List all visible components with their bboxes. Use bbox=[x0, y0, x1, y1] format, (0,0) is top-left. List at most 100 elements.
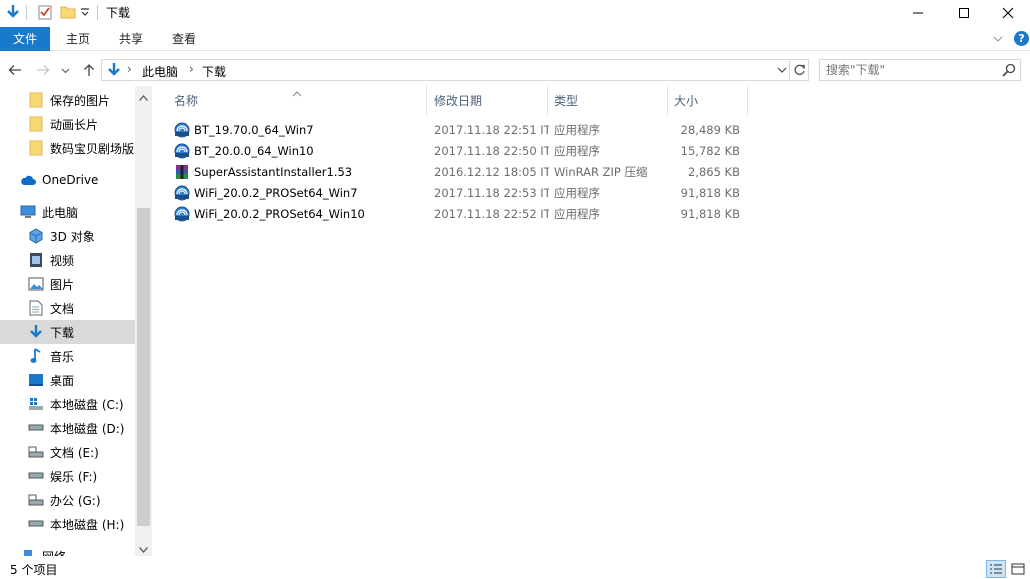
nav-item-label: 网络 bbox=[42, 548, 66, 557]
search-box bbox=[819, 59, 1021, 81]
nav-item-videos[interactable]: 视频 bbox=[0, 248, 135, 272]
nav-item-label: 3D 对象 bbox=[50, 229, 95, 244]
file-size: 2,865 KB bbox=[687, 165, 740, 179]
file-date: 2017.11.18 22:50 IT bbox=[434, 144, 549, 158]
address-row: › 此电脑 › 下载 bbox=[0, 56, 1030, 84]
properties-icon[interactable] bbox=[36, 3, 54, 21]
drive-icon bbox=[28, 420, 44, 436]
nav-item-network[interactable]: 网络 bbox=[0, 544, 135, 556]
picture-icon bbox=[28, 276, 44, 292]
details-view-button[interactable] bbox=[986, 560, 1006, 578]
nav-item-drive-c[interactable]: 本地磁盘 (C:) bbox=[0, 392, 135, 416]
recent-locations-chevron-icon[interactable] bbox=[58, 60, 72, 80]
large-icons-view-button[interactable] bbox=[1008, 560, 1028, 578]
table-row[interactable]: SuperAssistantInstaller1.53 2016.12.12 1… bbox=[170, 162, 748, 183]
download-icon bbox=[4, 3, 22, 21]
table-row[interactable]: WiFi_20.0.2_PROSet64_Win7 2017.11.18 22:… bbox=[170, 183, 748, 204]
tab-file[interactable]: 文件 bbox=[0, 27, 50, 51]
nav-item-documents[interactable]: 文档 bbox=[0, 296, 135, 320]
minimize-button[interactable] bbox=[895, 0, 941, 25]
nav-item-3d-objects[interactable]: 3D 对象 bbox=[0, 224, 135, 248]
table-row[interactable]: BT_20.0.0_64_Win10 2017.11.18 22:50 IT 应… bbox=[170, 141, 748, 162]
file-name: WiFi_20.0.2_PROSet64_Win7 bbox=[194, 186, 358, 200]
computer-icon bbox=[20, 204, 36, 220]
nav-item-drive-e[interactable]: 文档 (E:) bbox=[0, 440, 135, 464]
address-dropdown-icon[interactable] bbox=[776, 64, 788, 76]
window-title: 下载 bbox=[106, 6, 131, 20]
search-icon[interactable] bbox=[1002, 63, 1016, 77]
file-name: SuperAssistantInstaller1.53 bbox=[194, 165, 353, 179]
nav-item-digimon-movie[interactable]: 数码宝贝剧场版 bbox=[0, 136, 135, 160]
cloud-icon bbox=[20, 172, 36, 188]
forward-button[interactable] bbox=[33, 60, 53, 80]
column-header-type[interactable]: 类型 bbox=[548, 86, 668, 116]
file-date: 2017.11.18 22:53 IT bbox=[434, 186, 549, 200]
column-header-date[interactable]: 修改日期 bbox=[428, 86, 548, 116]
column-header-name[interactable]: 名称 bbox=[168, 86, 427, 116]
address-bar[interactable]: › 此电脑 › 下载 bbox=[101, 59, 809, 81]
help-icon[interactable]: ? bbox=[1014, 31, 1029, 46]
table-row[interactable]: BT_19.70.0_64_Win7 2017.11.18 22:51 IT 应… bbox=[170, 120, 748, 141]
up-button[interactable] bbox=[79, 60, 99, 80]
nav-item-label: 数码宝贝剧场版 bbox=[50, 141, 135, 156]
refresh-button[interactable] bbox=[789, 60, 809, 80]
ribbon: 文件 主页 共享 查看 ? bbox=[0, 27, 1030, 51]
new-folder-icon[interactable] bbox=[59, 3, 77, 21]
scrollbar-thumb[interactable] bbox=[137, 208, 150, 526]
nav-item-saved-pictures[interactable]: 保存的图片 bbox=[0, 88, 135, 112]
scroll-up-icon[interactable] bbox=[138, 91, 149, 101]
details-view-icon bbox=[990, 564, 1002, 574]
nav-item-label: 动画长片 bbox=[50, 117, 99, 132]
navigation-scrollbar[interactable] bbox=[135, 86, 152, 556]
nav-item-label: 音乐 bbox=[50, 349, 75, 364]
customize-toolbar-chevron-icon[interactable] bbox=[79, 3, 91, 21]
system-drive-icon bbox=[28, 396, 44, 412]
breadcrumb-separator: › bbox=[127, 62, 132, 76]
tab-share[interactable]: 共享 bbox=[107, 27, 155, 51]
installer-icon bbox=[174, 206, 190, 222]
breadcrumb-this-pc[interactable]: 此电脑 bbox=[142, 63, 178, 80]
nav-item-drive-f[interactable]: 娱乐 (F:) bbox=[0, 464, 135, 488]
nav-item-label: 办公 (G:) bbox=[50, 493, 101, 508]
maximize-button[interactable] bbox=[941, 0, 987, 25]
drive-icon bbox=[28, 516, 44, 532]
nav-item-label: 本地磁盘 (D:) bbox=[50, 421, 125, 436]
nav-item-drive-g[interactable]: 办公 (G:) bbox=[0, 488, 135, 512]
divider bbox=[26, 5, 27, 20]
nav-item-drive-h[interactable]: 本地磁盘 (H:) bbox=[0, 512, 135, 536]
folder-icon bbox=[28, 92, 44, 108]
installer-icon bbox=[174, 143, 190, 159]
nav-item-label: 娱乐 (F:) bbox=[50, 469, 98, 484]
search-input[interactable] bbox=[826, 62, 996, 78]
breadcrumb-downloads[interactable]: 下载 bbox=[202, 63, 226, 80]
large-icons-view-icon bbox=[1011, 563, 1025, 575]
nav-item-label: 保存的图片 bbox=[50, 93, 111, 108]
nav-item-downloads[interactable]: 下载 bbox=[0, 320, 135, 344]
nav-item-drive-d[interactable]: 本地磁盘 (D:) bbox=[0, 416, 135, 440]
download-icon bbox=[28, 324, 44, 340]
file-size: 28,489 KB bbox=[680, 123, 740, 137]
nav-item-desktop[interactable]: 桌面 bbox=[0, 368, 135, 392]
file-name: BT_20.0.0_64_Win10 bbox=[194, 144, 314, 158]
nav-item-animation[interactable]: 动画长片 bbox=[0, 112, 135, 136]
cube-icon bbox=[28, 228, 44, 244]
tab-home[interactable]: 主页 bbox=[54, 27, 102, 51]
nav-item-pictures[interactable]: 图片 bbox=[0, 272, 135, 296]
column-header-size[interactable]: 大小 bbox=[668, 86, 748, 116]
file-type: 应用程序 bbox=[554, 186, 600, 200]
expand-ribbon-icon[interactable] bbox=[992, 33, 1006, 47]
tab-view[interactable]: 查看 bbox=[160, 27, 208, 51]
nav-item-label: 下载 bbox=[50, 325, 75, 340]
close-button[interactable] bbox=[985, 0, 1030, 25]
nav-item-onedrive[interactable]: OneDrive bbox=[0, 168, 135, 192]
file-name: WiFi_20.0.2_PROSet64_Win10 bbox=[194, 207, 365, 221]
file-type: 应用程序 bbox=[554, 207, 600, 221]
nav-item-label: 此电脑 bbox=[42, 205, 79, 220]
nav-item-label: 本地磁盘 (C:) bbox=[50, 397, 124, 412]
back-button[interactable] bbox=[5, 60, 25, 80]
table-row[interactable]: WiFi_20.0.2_PROSet64_Win10 2017.11.18 22… bbox=[170, 204, 748, 225]
scroll-down-icon[interactable] bbox=[138, 543, 149, 553]
nav-item-music[interactable]: 音乐 bbox=[0, 344, 135, 368]
file-type: WinRAR ZIP 压缩 bbox=[554, 165, 648, 179]
nav-item-this-pc[interactable]: 此电脑 bbox=[0, 200, 135, 224]
